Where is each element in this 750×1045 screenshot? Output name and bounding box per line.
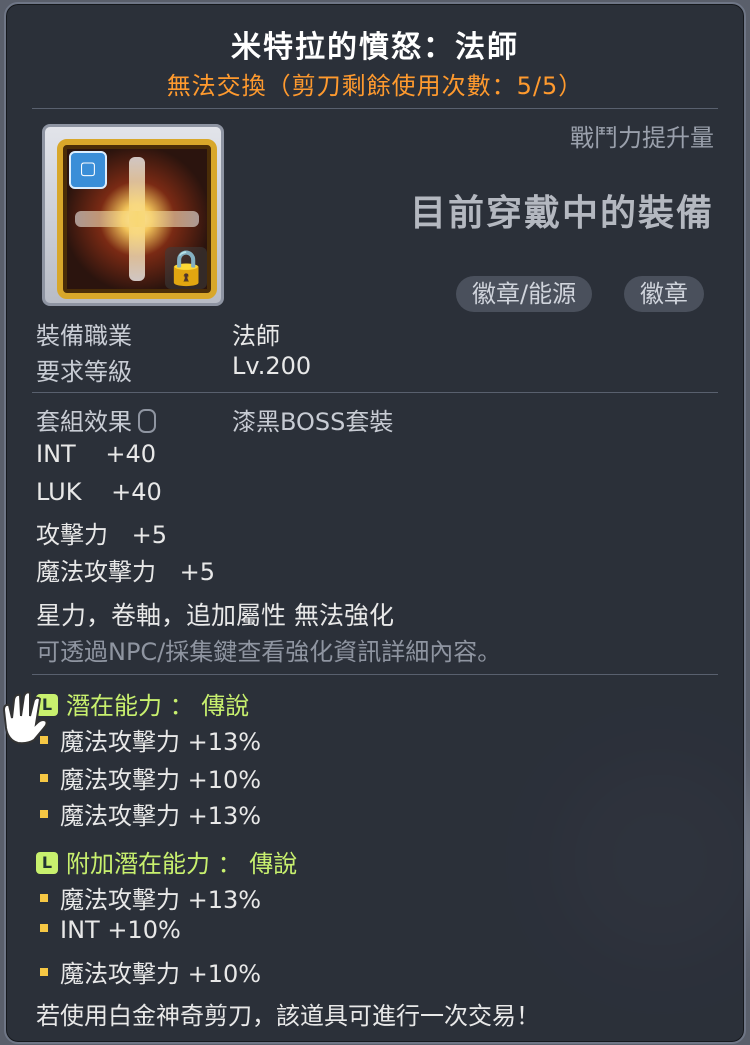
trade-note: 無法交換（剪刀剩餘使用次數：5/5） [166,72,584,100]
lock-icon: 🔒 [165,247,208,289]
stat-value: +5 [179,558,216,586]
tag-emblem-energy: 徽章/能源 [456,276,593,312]
bonus-potential-line-text: 魔法攻擊力 +10% [60,960,262,988]
bonus-potential-title-text: 附加潛在能力 ： 傳說 [66,850,298,878]
mouse-icon [138,409,156,433]
bonus-potential-title: L 附加潛在能力 ： 傳說 [36,844,297,879]
stat-value: +5 [131,521,168,549]
potential-line: 魔法攻擊力 +10% [40,760,261,795]
mitra-rage-emblem-icon: ▢ 🔒 [57,139,217,299]
set-effect-label: 套組效果 [36,408,132,436]
set-effect-value: 漆黑BOSS套裝 [232,408,394,436]
stat-name: INT [36,440,76,468]
stat-name: 魔法攻擊力 [36,558,156,586]
divider [32,108,718,109]
stat-attack: 攻擊力 +5 [36,515,167,550]
bonus-potential-line: INT +10% [40,916,181,944]
bonus-potential-line: 魔法攻擊力 +13% [40,880,261,915]
bonus-potential-line-text: 魔法攻擊力 +13% [60,886,262,914]
potential-line-text: 魔法攻擊力 +13% [60,802,262,830]
stat-value: +40 [111,478,162,506]
bullet-icon [40,810,48,818]
item-tooltip: 米特拉的憤怒：法師 無法交換（剪刀剩餘使用次數：5/5） ▢ 🔒 戰鬥力提升量 … [4,2,746,1044]
set-effect: 套組效果 [36,402,156,437]
potential-line: 魔法攻擊力 +13% [40,796,261,831]
job-label: 裝備職業 [36,322,132,350]
level-value: Lv.200 [232,352,312,380]
bullet-icon [40,774,48,782]
footer-note: 若使用白金神奇剪刀，該道具可進行一次交易！ [36,1002,540,1030]
potential-line-text: 魔法攻擊力 +13% [60,728,262,756]
stat-value: +40 [105,440,156,468]
npc-note: 可透過NPC/採集鍵查看強化資訊詳細內容。 [36,638,502,666]
divider [32,674,718,675]
legendary-icon: L [36,852,58,874]
bullet-icon [40,924,48,932]
divider [32,392,718,393]
stat-name: LUK [36,478,82,506]
stat-name: 攻擊力 [36,521,108,549]
tag-emblem: 徽章 [624,276,704,312]
level-label: 要求等級 [36,358,132,386]
currently-equipped-label: 目前穿戴中的裝備 [409,193,714,234]
bullet-icon [40,894,48,902]
bonus-potential-line-text: INT +10% [60,916,181,944]
potential-title: L 潛在能力 ： 傳說 [36,686,249,721]
job-value: 法師 [232,322,280,350]
item-icon-frame: ▢ 🔒 [42,124,224,306]
potential-line-text: 魔法攻擊力 +10% [60,766,262,794]
hand-cursor-icon [2,691,48,745]
stat-magic-attack: 魔法攻擊力 +5 [36,552,215,587]
enhance-note: 星力，卷軸，追加屬性 無法強化 [36,601,394,630]
power-increase-label: 戰鬥力提升量 [570,124,714,152]
bullet-icon [40,968,48,976]
bonus-potential-line: 魔法攻擊力 +10% [40,954,261,989]
potential-title-text: 潛在能力 ： 傳說 [66,692,250,720]
blue-badge-icon: ▢ [69,151,107,189]
item-name: 米特拉的憤怒：法師 [231,30,519,65]
potential-line: 魔法攻擊力 +13% [40,722,261,757]
stat-luk: LUK +40 [36,478,162,506]
stat-int: INT +40 [36,440,156,468]
